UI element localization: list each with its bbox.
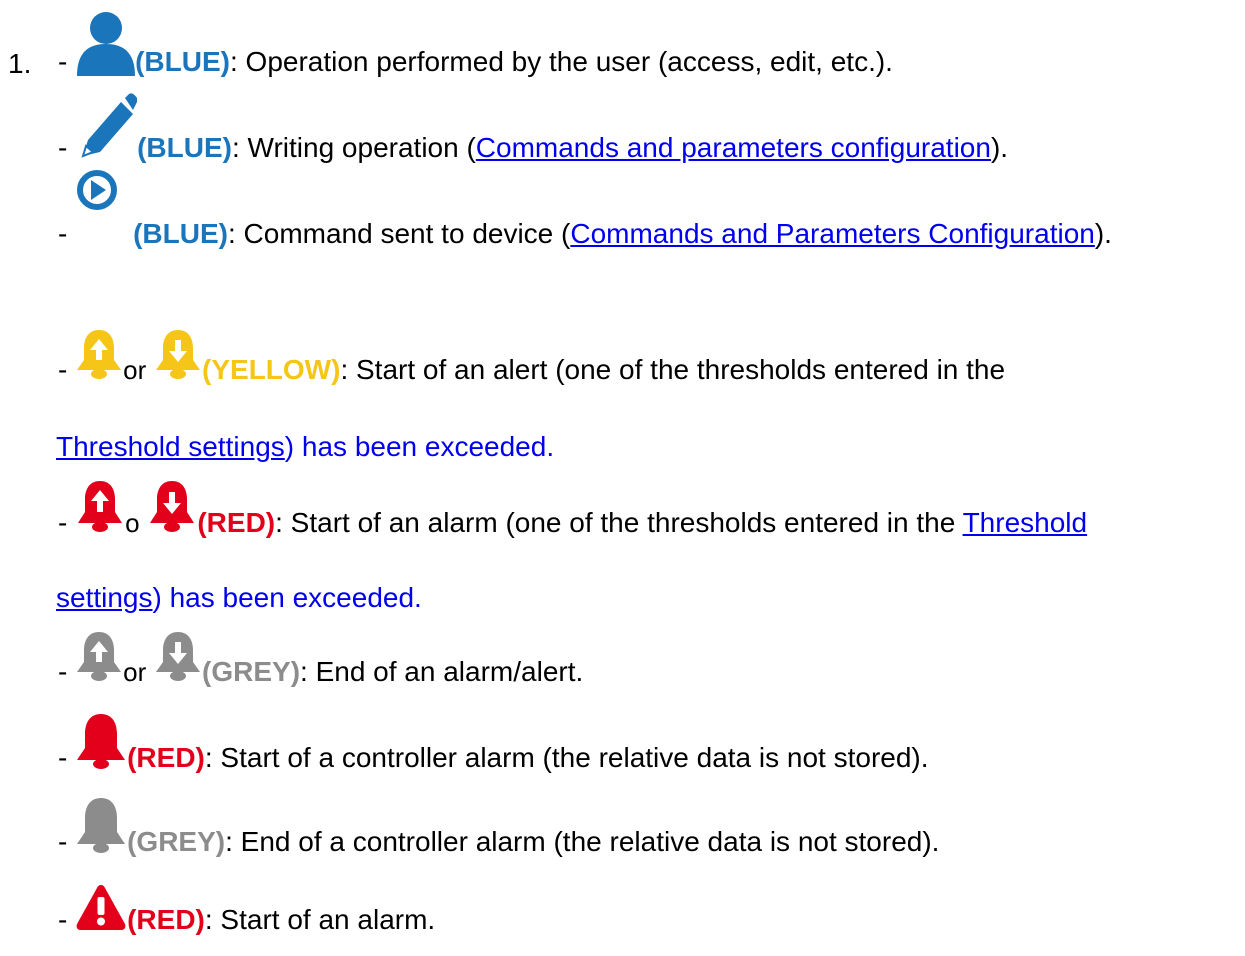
legend-description: : End of an alarm/alert.	[300, 656, 584, 687]
dash: -	[58, 656, 68, 687]
legend-description-end: ) has been exceeded.	[152, 582, 422, 613]
commands-parameters-link[interactable]: Commands and Parameters Configuration	[570, 218, 1094, 249]
legend-description: : Start of an alarm.	[204, 904, 436, 935]
color-tag: (YELLOW)	[202, 354, 341, 385]
color-tag: (GREY)	[202, 656, 301, 687]
color-tag: (BLUE)	[137, 132, 232, 163]
dash: -	[58, 132, 68, 163]
play-circle-icon	[75, 164, 133, 248]
or-connector: o	[125, 508, 140, 538]
dash: -	[58, 354, 68, 385]
color-tag: (RED)	[197, 507, 276, 538]
bell-arrow-up-icon	[75, 628, 123, 686]
legend-description: : Start of an alarm (one of the threshol…	[275, 507, 963, 538]
bell-arrow-up-icon	[75, 477, 125, 537]
legend-item-user-operation: - (BLUE): Operation performed by the use…	[58, 10, 893, 76]
dash: -	[58, 904, 68, 935]
legend-description: : Command sent to device (	[227, 218, 571, 249]
dash: -	[58, 826, 68, 857]
warning-triangle-icon	[75, 882, 127, 934]
legend-item-writing-operation: - (BLUE): Writing operation (Commands an…	[58, 84, 1008, 162]
dash: -	[58, 218, 68, 249]
legend-item-alert-start: - or (YELLOW): Start of an alert (one of…	[58, 326, 1005, 384]
bell-icon	[75, 796, 127, 856]
legend-item-alarm-start-continued: settings) has been exceeded.	[56, 584, 422, 612]
document-page: 1. - (BLUE): Operation performed by the …	[0, 0, 1245, 956]
color-tag: (GREY)	[127, 826, 226, 857]
bell-arrow-down-icon	[147, 477, 197, 537]
legend-item-alert-start-continued: Threshold settings) has been exceeded.	[56, 433, 554, 461]
or-connector: or	[123, 657, 147, 687]
legend-description: : End of a controller alarm (the relativ…	[225, 826, 940, 857]
bell-arrow-down-icon	[154, 628, 202, 686]
threshold-settings-link[interactable]: Threshold	[963, 507, 1088, 538]
user-icon	[75, 10, 136, 76]
list-number: 1.	[8, 48, 32, 79]
color-tag: (RED)	[127, 904, 205, 935]
threshold-settings-link[interactable]: settings	[56, 582, 153, 613]
or-connector: or	[123, 355, 147, 385]
legend-item-command-sent: - (BLUE): Command sent to device (Comman…	[58, 164, 1112, 248]
threshold-settings-link[interactable]: Threshold settings	[56, 431, 285, 462]
bell-icon	[75, 712, 127, 772]
legend-description-end: ).	[1094, 218, 1112, 249]
pencil-icon	[75, 84, 138, 162]
legend-item-alarm-start: - o (RED): Start of an alarm (one of the…	[58, 477, 1087, 537]
color-tag: (BLUE)	[135, 46, 230, 77]
legend-description: : Operation performed by the user (acces…	[229, 46, 893, 77]
color-tag: (RED)	[127, 742, 205, 773]
dash: -	[58, 742, 68, 773]
legend-description: : Start of a controller alarm (the relat…	[204, 742, 929, 773]
legend-item-controller-alarm-start: - (RED): Start of a controller alarm (th…	[58, 712, 929, 772]
legend-description-end: ).	[990, 132, 1009, 163]
bell-arrow-down-icon	[154, 326, 202, 384]
dash: -	[58, 507, 68, 538]
legend-item-alarm-warning: - (RED): Start of an alarm.	[58, 882, 435, 934]
legend-description: : Writing operation (	[231, 132, 476, 163]
legend-description-end: ) has been exceeded.	[284, 431, 555, 462]
legend-description: : Start of an alert (one of the threshol…	[340, 354, 1006, 385]
legend-item-alarm-end: - or (GREY): End of an alarm/alert.	[58, 628, 583, 686]
bell-arrow-up-icon	[75, 326, 123, 384]
commands-parameters-link[interactable]: Commands and parameters configuration	[476, 132, 991, 163]
legend-item-controller-alarm-end: - (GREY): End of a controller alarm (the…	[58, 796, 939, 856]
color-tag: (BLUE)	[133, 218, 228, 249]
dash: -	[58, 46, 68, 77]
